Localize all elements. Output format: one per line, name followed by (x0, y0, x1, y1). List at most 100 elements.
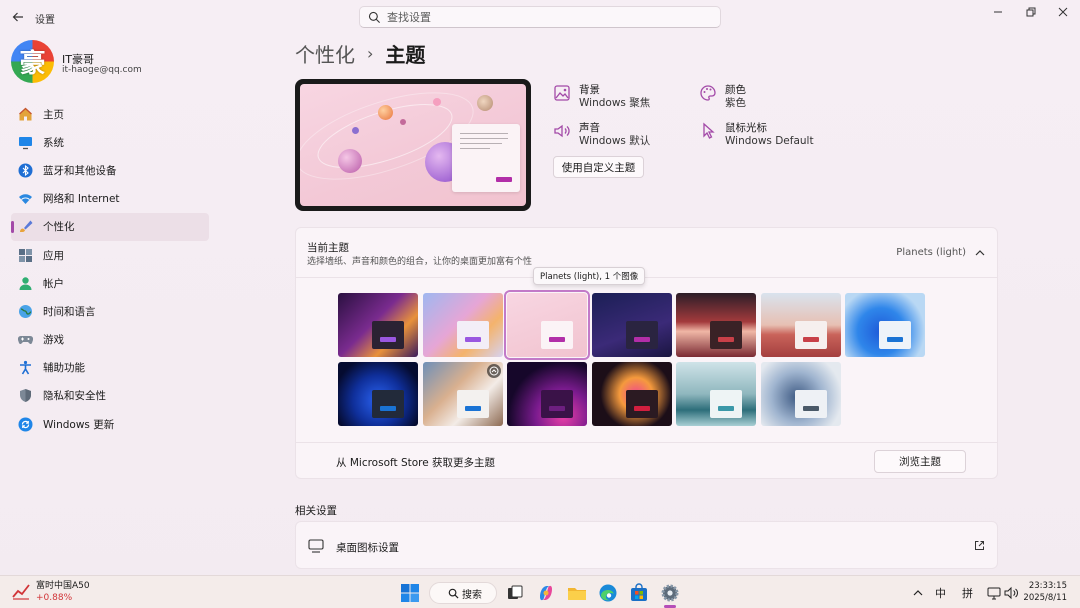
taskbar-search[interactable]: 搜索 (429, 582, 497, 604)
theme-window-preview (456, 390, 489, 418)
stock-widget[interactable]: 富时中国A50 +0.88% (12, 580, 90, 604)
file-explorer-icon[interactable] (567, 583, 587, 603)
sidebar-item-1[interactable]: 系统 (11, 128, 209, 156)
person-icon (18, 276, 33, 291)
restore-button[interactable] (1018, 4, 1044, 20)
sidebar-item-label: Windows 更新 (43, 418, 115, 431)
accent-bar (496, 177, 512, 182)
theme-thumbnail[interactable] (338, 293, 418, 357)
palette-icon (700, 85, 716, 101)
theme-window-preview (794, 321, 827, 349)
sidebar-item-6[interactable]: 帐户 (11, 269, 209, 297)
theme-thumbnail[interactable] (507, 362, 587, 426)
cursor-icon (703, 122, 715, 139)
theme-thumbnail[interactable] (676, 293, 756, 357)
task-view-icon[interactable] (505, 583, 525, 603)
copilot-icon[interactable] (536, 583, 556, 603)
external-link-icon (975, 541, 984, 550)
sidebar-item-label: 蓝牙和其他设备 (43, 164, 117, 177)
sidebar-item-8[interactable]: 游戏 (11, 326, 209, 354)
store-label: 从 Microsoft Store 获取更多主题 (336, 457, 496, 469)
sidebar-item-0[interactable]: 主页 (11, 100, 209, 128)
volume-icon[interactable] (1004, 586, 1018, 600)
planet-small (433, 98, 441, 106)
sidebar-item-2[interactable]: 蓝牙和其他设备 (11, 156, 209, 184)
breadcrumb: 个性化 › 主题 (295, 38, 425, 68)
minimize-button[interactable] (985, 4, 1011, 20)
search-box[interactable] (359, 6, 721, 28)
bluetooth-icon (18, 163, 33, 178)
theme-thumbnail[interactable] (504, 290, 590, 360)
sidebar-item-label: 系统 (43, 136, 64, 149)
theme-thumbnail[interactable] (676, 362, 756, 426)
speaker-icon (554, 124, 570, 138)
back-button[interactable] (10, 9, 26, 25)
theme-window-preview (625, 390, 658, 418)
theme-thumbnail[interactable] (760, 362, 841, 426)
theme-window-preview (541, 390, 573, 418)
avatar: 豪 (11, 40, 54, 83)
theme-window-preview (710, 321, 742, 349)
theme-thumbnail[interactable] (845, 293, 925, 357)
breadcrumb-separator: › (367, 43, 374, 63)
search-input[interactable] (387, 9, 707, 25)
ime-mode[interactable]: 中 (935, 585, 946, 601)
theme-window-preview (372, 390, 404, 418)
theme-thumbnail[interactable] (338, 362, 418, 426)
current-theme-value: Planets (light) (896, 247, 966, 258)
slideshow-badge-icon (486, 364, 501, 378)
breadcrumb-parent[interactable]: 个性化 (295, 39, 355, 68)
microsoft-store-icon[interactable] (629, 583, 649, 603)
sidebar-nav: 主页系统蓝牙和其他设备网络和 Internet 个性化应用 帐户时间和语言游戏辅助功… (11, 100, 209, 438)
home-icon (18, 107, 33, 122)
desktop-icon-settings-label: 桌面图标设置 (336, 542, 399, 554)
sidebar-item-label: 隐私和安全性 (43, 390, 106, 403)
sidebar-item-label: 辅助功能 (43, 362, 85, 375)
sidebar-item-7[interactable]: 时间和语言 (11, 297, 209, 325)
theme-thumbnail[interactable] (760, 293, 841, 357)
theme-window-preview (879, 321, 911, 349)
theme-thumbnail[interactable] (591, 362, 672, 426)
theme-window-preview (794, 390, 827, 418)
sidebar-item-3[interactable]: 网络和 Internet (11, 185, 209, 213)
cursor-setting[interactable]: 鼠标光标 Windows Default (699, 122, 814, 148)
title-bar: 设置 (0, 0, 1080, 34)
sidebar-item-11[interactable]: Windows 更新 (11, 410, 209, 438)
desktop-icon-settings-row[interactable]: 桌面图标设置 (295, 521, 998, 569)
theme-thumbnail[interactable] (591, 293, 672, 357)
settings-gear-icon[interactable] (660, 583, 680, 603)
background-setting[interactable]: 背景 Windows 聚焦 (553, 84, 650, 110)
restore-icon (1026, 7, 1036, 17)
chevron-up-icon[interactable] (975, 248, 985, 258)
app-title: 设置 (35, 15, 55, 26)
edge-browser-icon[interactable] (598, 583, 618, 603)
sidebar-item-5[interactable]: 应用 (11, 241, 209, 269)
chevron-up-icon[interactable] (912, 587, 924, 599)
shield-icon (18, 388, 33, 403)
sidebar-item-label: 个性化 (43, 221, 75, 234)
system-clock[interactable]: 23:33:15 2025/8/11 (1023, 580, 1067, 604)
taskbar: 富时中国A50 +0.88% 搜索 中 拼 23:33:15 2025/8/11 (0, 575, 1080, 608)
theme-thumbnail[interactable] (422, 362, 503, 426)
sidebar-item-10[interactable]: 隐私和安全性 (11, 382, 209, 410)
ime-pinyin[interactable]: 拼 (962, 585, 973, 601)
theme-window-preview (372, 321, 404, 349)
sidebar-item-label: 时间和语言 (43, 305, 96, 318)
sound-setting[interactable]: 声音 Windows 默认 (553, 122, 650, 148)
network-icon[interactable] (987, 586, 1001, 600)
sidebar-item-9[interactable]: 辅助功能 (11, 354, 209, 382)
close-button[interactable] (1050, 4, 1076, 20)
sidebar-item-label: 游戏 (43, 334, 64, 347)
planet-moon (477, 95, 493, 111)
browse-themes-button[interactable]: 浏览主题 (874, 450, 966, 473)
current-theme-description: 选择墙纸、声音和颜色的组合，让你的桌面更加富有个性 (307, 257, 533, 267)
windows-start-icon[interactable] (400, 583, 420, 603)
custom-theme-button[interactable]: 使用自定义主题 (553, 156, 644, 178)
brush-icon (18, 219, 33, 234)
theme-thumbnail[interactable] (422, 293, 503, 357)
accessibility-icon (18, 360, 33, 375)
color-setting[interactable]: 颜色 紫色 (699, 84, 746, 110)
close-icon (1058, 7, 1068, 17)
sidebar-item-4[interactable]: 个性化 (11, 212, 209, 241)
user-profile[interactable]: 豪 IT豪哥 it-haoge@qq.com (11, 40, 211, 84)
